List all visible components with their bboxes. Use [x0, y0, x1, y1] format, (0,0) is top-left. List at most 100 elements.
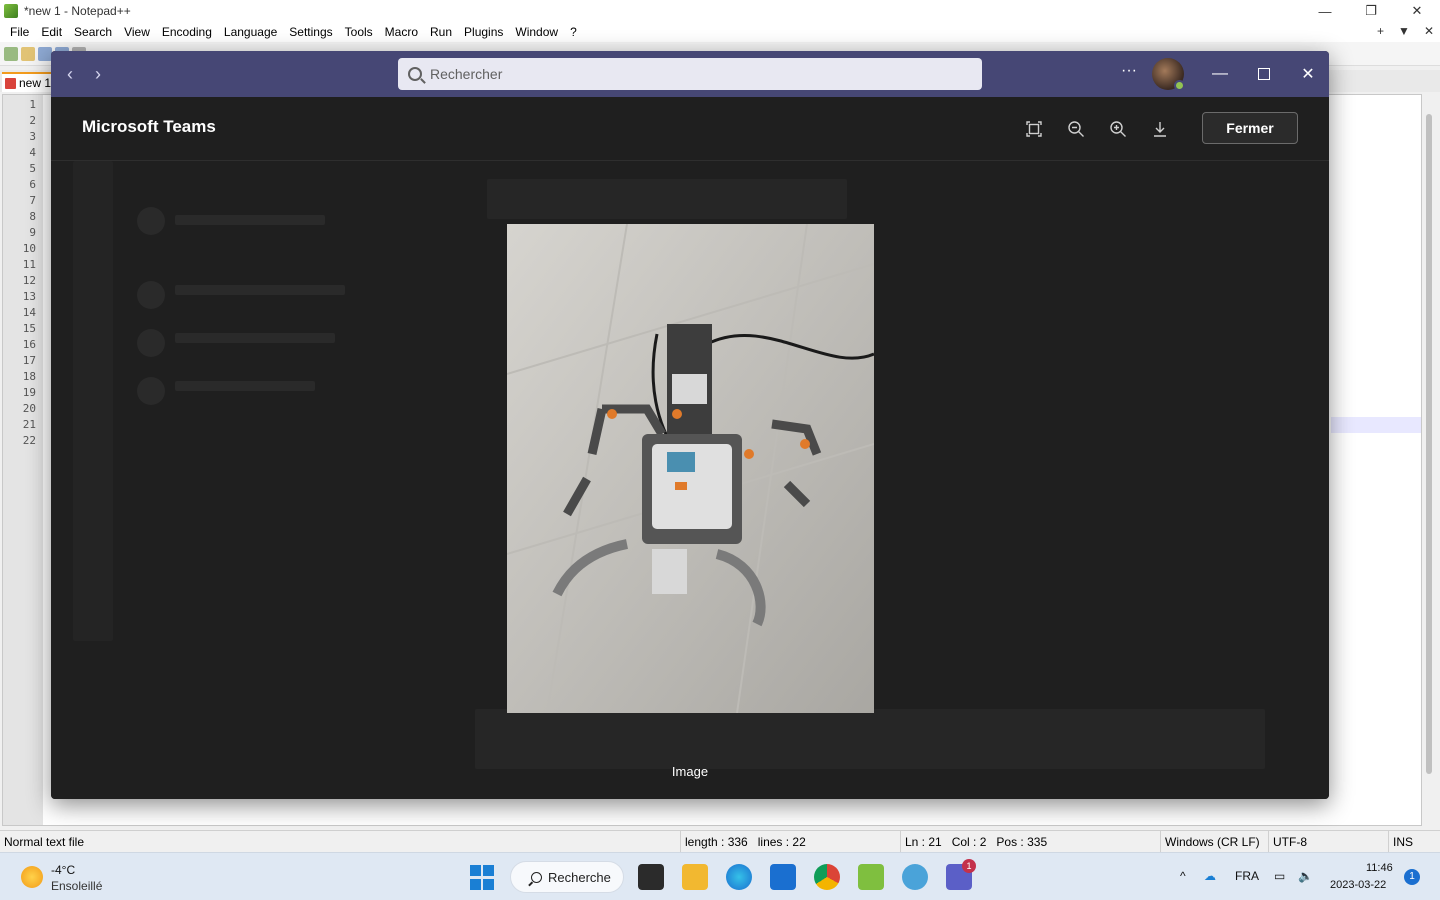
dimmed-avatar: [137, 207, 165, 235]
menu-run[interactable]: Run: [424, 25, 458, 39]
current-line-highlight: [1331, 417, 1421, 433]
clock-date[interactable]: 2023-03-22: [1330, 879, 1386, 891]
line-number: 15: [22, 322, 36, 335]
menu-tools[interactable]: Tools: [339, 25, 379, 39]
menu-view[interactable]: View: [118, 25, 156, 39]
fit-to-window-icon[interactable]: [1022, 117, 1046, 141]
dimmed-avatar: [137, 377, 165, 405]
status-pos: Pos : 335: [996, 835, 1048, 849]
menu-macro[interactable]: Macro: [379, 25, 424, 39]
line-number: 9: [29, 226, 36, 239]
more-options-icon[interactable]: ···: [1117, 63, 1141, 83]
sunny-weather-icon[interactable]: [21, 866, 43, 888]
close-document-icon[interactable]: ✕: [1424, 24, 1434, 38]
clock-time[interactable]: 11:46: [1366, 862, 1393, 874]
status-col: Col : 2: [951, 835, 987, 849]
line-number: 1: [29, 98, 36, 111]
show-hidden-icons-icon[interactable]: ^: [1180, 869, 1186, 883]
tab-new-1[interactable]: new 1: [2, 72, 54, 92]
status-ln: Ln : 21: [905, 835, 942, 849]
notepad-close-button[interactable]: ✕: [1394, 0, 1440, 22]
app-globe-icon[interactable]: [902, 864, 928, 890]
new-tab-icon[interactable]: +: [1377, 24, 1384, 38]
chrome-browser-icon[interactable]: [814, 864, 840, 890]
line-number: 7: [29, 194, 36, 207]
menu-settings[interactable]: Settings: [283, 25, 338, 39]
notepad-minimize-button[interactable]: —: [1302, 0, 1348, 22]
edge-browser-icon[interactable]: [726, 864, 752, 890]
save-icon[interactable]: [38, 46, 52, 61]
forward-arrow-icon[interactable]: ›: [88, 64, 108, 84]
presence-available-icon: [1174, 80, 1185, 91]
menu-language[interactable]: Language: [218, 25, 283, 39]
file-explorer-icon[interactable]: [682, 864, 708, 890]
line-number: 11: [22, 258, 36, 271]
line-number-gutter: 1 2 3 4 5 6 7 8 9 10 11 12 13 14 15 16 17 18 19 20 21 22: [3, 95, 43, 825]
start-menu-icon[interactable]: [470, 865, 496, 891]
status-eol: Windows (CR LF): [1160, 831, 1268, 853]
line-number: 16: [22, 338, 36, 351]
teams-minimize-button[interactable]: —: [1198, 51, 1242, 97]
zoom-out-icon[interactable]: [1064, 117, 1088, 141]
user-avatar[interactable]: [1152, 58, 1185, 91]
download-icon[interactable]: [1148, 117, 1172, 141]
status-cursor-position: Ln : 21 Col : 2 Pos : 335: [900, 831, 1160, 853]
teams-search-input[interactable]: [430, 66, 950, 82]
menu-encoding[interactable]: Encoding: [156, 25, 218, 39]
notepad-plus-plus-icon[interactable]: [858, 864, 884, 890]
line-number: 2: [29, 114, 36, 127]
notepad-restore-button[interactable]: ❐: [1348, 0, 1394, 22]
notification-center-badge[interactable]: 1: [1404, 869, 1420, 885]
taskbar-search-label: Recherche: [548, 869, 611, 885]
teams-search-box[interactable]: [398, 58, 982, 90]
status-lines: lines : 22: [757, 835, 806, 849]
input-language[interactable]: FRA: [1235, 869, 1259, 883]
network-icon[interactable]: ▭: [1274, 869, 1285, 883]
menu-help[interactable]: ?: [564, 25, 583, 39]
volume-icon[interactable]: 🔈: [1298, 869, 1313, 883]
onedrive-cloud-icon[interactable]: ☁: [1204, 869, 1216, 883]
line-number: 17: [22, 354, 36, 367]
notepad-menu-bar: File Edit Search View Encoding Language …: [0, 22, 1440, 42]
line-number: 13: [22, 290, 36, 303]
new-file-icon[interactable]: [4, 46, 18, 61]
menu-plugins[interactable]: Plugins: [458, 25, 509, 39]
status-length-lines: length : 336 lines : 22: [680, 831, 900, 853]
tab-label: new 1: [19, 76, 52, 90]
line-number: 22: [22, 434, 36, 447]
notepad-window-title: *new 1 - Notepad++: [24, 4, 131, 18]
teams-maximize-button[interactable]: [1242, 51, 1286, 97]
task-view-icon[interactable]: [638, 864, 664, 890]
menu-file[interactable]: File: [4, 25, 35, 39]
line-number: 5: [29, 162, 36, 175]
status-length: length : 336: [685, 835, 748, 849]
zoom-in-icon[interactable]: [1106, 117, 1130, 141]
status-file-type: Normal text file: [4, 835, 85, 849]
dimmed-avatar: [137, 329, 165, 357]
weather-temperature[interactable]: -4°C: [51, 863, 75, 877]
dimmed-chat-name: [175, 333, 335, 343]
menu-edit[interactable]: Edit: [35, 25, 68, 39]
editor-vertical-scrollbar[interactable]: [1422, 94, 1438, 826]
close-viewer-button[interactable]: Fermer: [1202, 112, 1298, 144]
back-arrow-icon[interactable]: ‹: [60, 64, 80, 84]
menu-search[interactable]: Search: [68, 25, 118, 39]
open-file-icon[interactable]: [21, 46, 35, 61]
teams-taskbar-icon[interactable]: 1: [946, 859, 976, 890]
line-number: 19: [22, 386, 36, 399]
unsaved-file-icon: [5, 77, 16, 89]
image-caption: Image: [671, 764, 709, 779]
teams-notification-badge: 1: [962, 859, 976, 873]
menu-window[interactable]: Window: [509, 25, 564, 39]
tab-list-icon[interactable]: ▼: [1398, 24, 1410, 38]
search-icon: [408, 67, 422, 81]
viewer-title: Microsoft Teams: [82, 117, 216, 136]
taskbar-search-button[interactable]: Recherche: [510, 861, 624, 893]
status-encoding: UTF-8: [1268, 831, 1388, 853]
line-number: 14: [22, 306, 36, 319]
dimmed-message: [487, 179, 847, 219]
teams-close-button[interactable]: ✕: [1286, 51, 1329, 97]
weather-description[interactable]: Ensoleillé: [51, 879, 102, 893]
status-insert-mode: INS: [1388, 831, 1440, 853]
microsoft-store-icon[interactable]: [770, 864, 796, 890]
